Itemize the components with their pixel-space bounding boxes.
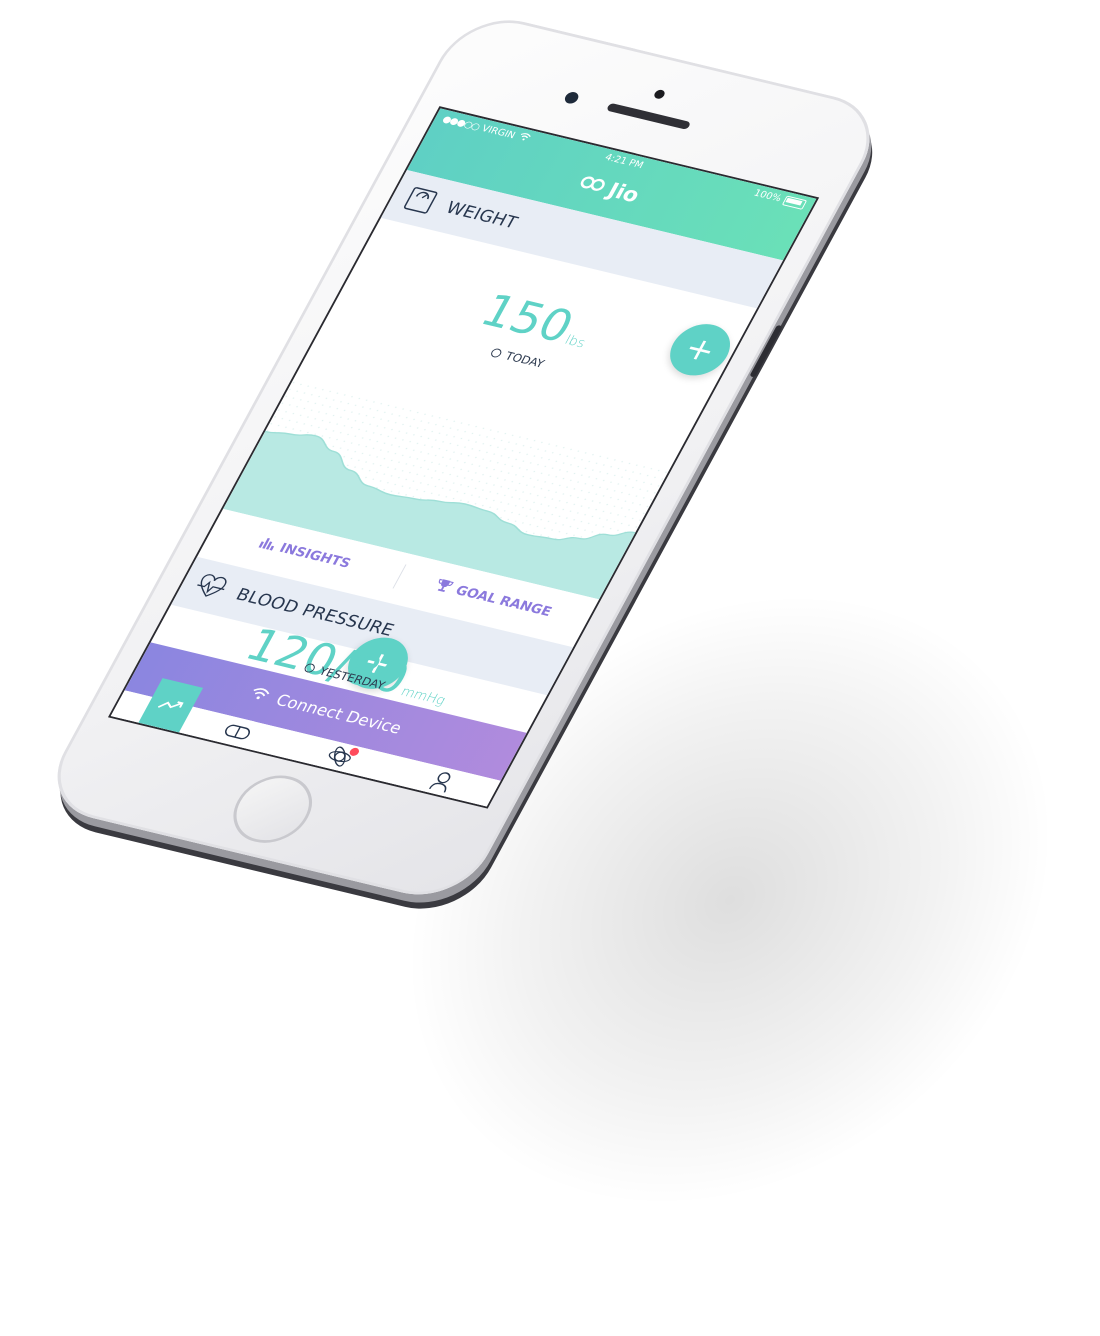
front-camera — [562, 90, 581, 105]
clock-icon — [303, 662, 317, 674]
person-icon — [426, 769, 457, 797]
earpiece — [605, 102, 692, 130]
home-button[interactable] — [220, 768, 326, 851]
wifi-icon — [246, 685, 272, 706]
pill-icon — [219, 722, 254, 745]
weight-when: TODAY — [502, 349, 547, 371]
insights-label: INSIGHTS — [276, 540, 354, 572]
status-battery: 100% — [751, 188, 808, 210]
goal-range-label: GOAL RANGE — [452, 583, 555, 620]
jio-logo-icon — [575, 174, 609, 198]
proximity-sensor — [652, 88, 667, 100]
scale-icon — [400, 184, 442, 216]
power-button — [749, 324, 783, 378]
weight-title: WEIGHT — [442, 197, 522, 233]
clock-icon — [489, 347, 503, 359]
trophy-icon — [431, 577, 455, 598]
brand-name: Jio — [603, 179, 644, 208]
bar-chart-icon — [256, 535, 279, 554]
heart-pulse-icon — [190, 571, 232, 603]
trend-icon — [153, 696, 186, 719]
battery-percent: 100% — [751, 188, 784, 205]
